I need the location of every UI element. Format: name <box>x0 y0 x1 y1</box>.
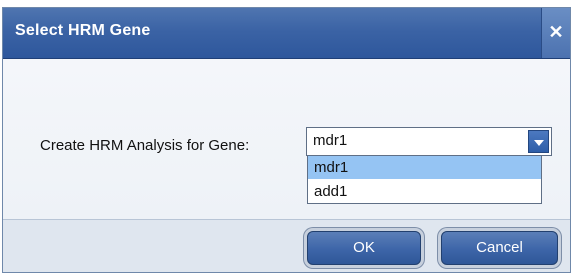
title-bar: Select HRM Gene ✕ <box>3 8 570 59</box>
cancel-button[interactable]: Cancel <box>441 231 558 265</box>
select-hrm-gene-dialog: Select HRM Gene ✕ Create HRM Analysis fo… <box>2 7 571 273</box>
dialog-footer: OK Cancel <box>3 219 570 272</box>
dropdown-option-add1[interactable]: add1 <box>308 180 541 203</box>
dialog-title: Select HRM Gene <box>15 22 151 39</box>
close-button[interactable]: ✕ <box>541 8 570 58</box>
dialog-body: Create HRM Analysis for Gene: mdr1 mdr1 … <box>3 59 570 219</box>
gene-label: Create HRM Analysis for Gene: <box>40 137 250 154</box>
chevron-down-icon[interactable] <box>528 130 549 153</box>
gene-select-value: mdr1 <box>313 132 348 149</box>
dropdown-option-mdr1[interactable]: mdr1 <box>308 156 541 179</box>
close-icon: ✕ <box>548 22 564 42</box>
ok-button[interactable]: OK <box>307 231 421 265</box>
gene-select[interactable]: mdr1 <box>306 127 552 156</box>
gene-dropdown-list: mdr1 add1 <box>307 155 542 204</box>
